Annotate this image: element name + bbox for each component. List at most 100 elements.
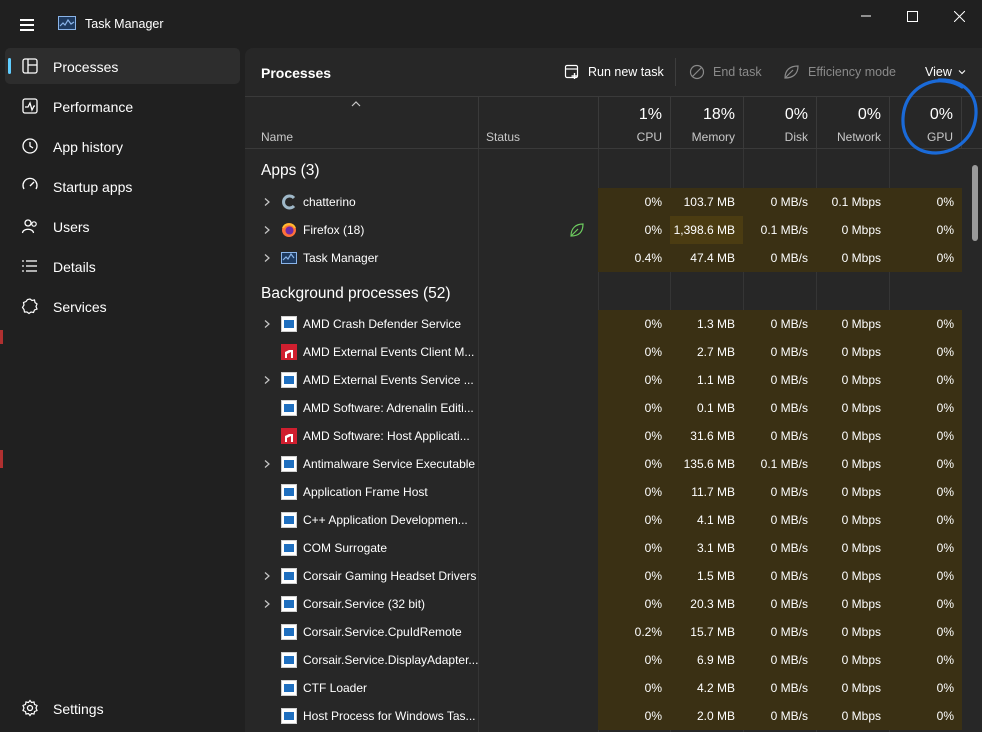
sidebar-item-services[interactable]: Services — [5, 288, 240, 324]
process-name: chatterino — [303, 195, 356, 209]
memory-cell: 135.6 MB — [670, 450, 743, 478]
column-header-cpu[interactable]: 1% CPU — [599, 97, 671, 148]
process-name-cell: CTF Loader — [245, 674, 478, 702]
network-cell: 0 Mbps — [816, 216, 889, 244]
chevron-right-icon[interactable] — [262, 375, 272, 385]
chevron-right-icon[interactable] — [262, 319, 272, 329]
chevron-right-icon[interactable] — [262, 599, 272, 609]
sidebar-item-processes[interactable]: Processes — [5, 48, 240, 84]
process-name: Task Manager — [303, 251, 379, 265]
sort-ascending-icon — [351, 101, 361, 107]
column-header-row: Name Status 1% CPU 18% Memory 0% Disk 0%… — [245, 96, 982, 149]
minimize-button[interactable] — [843, 0, 889, 32]
sidebar-item-startup-apps[interactable]: Startup apps — [5, 168, 240, 204]
column-label: Network — [836, 130, 881, 144]
sidebar-item-label: Users — [53, 219, 90, 235]
disk-cell: 0.1 MB/s — [743, 216, 816, 244]
column-header-memory[interactable]: 18% Memory — [671, 97, 744, 148]
sidebar-item-users[interactable]: Users — [5, 208, 240, 244]
sidebar-item-app-history[interactable]: App history — [5, 128, 240, 164]
table-row[interactable]: CTF Loader 0% 4.2 MB 0 MB/s 0 Mbps 0% — [245, 674, 962, 702]
end-task-icon — [689, 64, 705, 80]
vertical-scrollbar-thumb[interactable] — [972, 165, 978, 241]
table-row[interactable]: AMD External Events Client M... 0% 2.7 MB 0… — [245, 338, 962, 366]
group-header-background: Background processes (52) — [261, 285, 451, 302]
sidebar-item-performance[interactable]: Performance — [5, 88, 240, 124]
network-cell: 0 Mbps — [816, 590, 889, 618]
gpu-cell: 0% — [889, 450, 962, 478]
chevron-right-icon[interactable] — [262, 253, 272, 263]
amd-icon — [281, 428, 297, 444]
process-name-cell: Application Frame Host — [245, 478, 478, 506]
status-cell — [478, 590, 598, 618]
details-icon — [22, 260, 37, 272]
gpu-cell: 0% — [889, 590, 962, 618]
maximize-button[interactable] — [889, 0, 935, 32]
hamburger-menu-icon[interactable] — [16, 14, 38, 34]
disk-cell: 0 MB/s — [743, 366, 816, 394]
table-row[interactable]: Firefox (18) 0% 1,398.6 MB 0.1 MB/s 0 Mbps 0% — [245, 216, 962, 244]
efficiency-mode-button[interactable]: Efficiency mode — [783, 62, 896, 82]
network-cell: 0 Mbps — [816, 506, 889, 534]
memory-cell: 31.6 MB — [670, 422, 743, 450]
cpu-cell: 0% — [598, 562, 670, 590]
column-header-status[interactable]: Status — [479, 97, 599, 148]
cpu-cell: 0% — [598, 702, 670, 730]
run-task-icon — [564, 64, 579, 79]
table-row[interactable]: AMD Software: Host Applicati... 0% 31.6 MB… — [245, 422, 962, 450]
memory-cell: 47.4 MB — [670, 244, 743, 272]
table-row[interactable]: Antimalware Service Executable 0% 135.6 MB… — [245, 450, 962, 478]
chevron-right-icon[interactable] — [262, 571, 272, 581]
network-total-percent: 0% — [857, 106, 881, 123]
gpu-cell: 0% — [889, 646, 962, 674]
network-cell: 0.1 Mbps — [816, 188, 889, 216]
view-label: View — [925, 65, 952, 79]
column-header-name[interactable]: Name — [245, 97, 479, 148]
table-row[interactable]: Task Manager 0.4% 47.4 MB 0 MB/s 0 Mbps 0% — [245, 244, 962, 272]
disk-cell: 0 MB/s — [743, 394, 816, 422]
table-row[interactable]: Corsair.Service.CpuIdRemote 0.2% 15.7 MB 0 … — [245, 618, 962, 646]
disk-cell: 0 MB/s — [743, 338, 816, 366]
cpu-cell: 0% — [598, 646, 670, 674]
table-row[interactable]: AMD Software: Adrenalin Editi... 0% 0.1 MB… — [245, 394, 962, 422]
table-row[interactable]: Host Process for Windows Tas... 0% 2.0 MB 0… — [245, 702, 962, 730]
end-task-button[interactable]: End task — [689, 62, 762, 82]
cpu-cell: 0% — [598, 216, 670, 244]
column-header-disk[interactable]: 0% Disk — [744, 97, 817, 148]
network-cell: 0 Mbps — [816, 646, 889, 674]
table-row[interactable]: AMD Crash Defender Service 0% 1.3 MB 0 MB/s… — [245, 310, 962, 338]
status-cell — [478, 244, 598, 272]
table-row[interactable]: Corsair.Service.DisplayAdapter... 0% 6.9 M… — [245, 646, 962, 674]
chevron-right-icon[interactable] — [262, 459, 272, 469]
process-name-cell: Task Manager — [245, 244, 478, 272]
table-row[interactable]: chatterino 0% 103.7 MB 0 MB/s 0.1 Mbps 0% — [245, 188, 962, 216]
network-cell: 0 Mbps — [816, 450, 889, 478]
sidebar-item-label: Services — [53, 299, 107, 315]
run-new-task-button[interactable]: Run new task — [564, 62, 664, 82]
network-cell: 0 Mbps — [816, 366, 889, 394]
process-name: Firefox (18) — [303, 223, 365, 237]
sidebar-item-details[interactable]: Details — [5, 248, 240, 284]
service-icon — [281, 652, 297, 668]
active-indicator — [8, 58, 11, 74]
table-row[interactable]: COM Surrogate 0% 3.1 MB 0 MB/s 0 Mbps 0% — [245, 534, 962, 562]
column-header-network[interactable]: 0% Network — [817, 97, 890, 148]
table-row[interactable]: Corsair.Service (32 bit) 0% 20.3 MB 0 MB/s 0… — [245, 590, 962, 618]
close-button[interactable] — [936, 0, 982, 32]
view-dropdown[interactable]: View — [925, 62, 966, 82]
process-name: Corsair Gaming Headset Drivers — [303, 569, 477, 583]
chevron-right-icon[interactable] — [262, 225, 272, 235]
table-row[interactable]: Corsair Gaming Headset Drivers 0% 1.5 MB 0 … — [245, 562, 962, 590]
column-header-gpu[interactable]: 0% GPU — [890, 97, 962, 148]
table-row[interactable]: AMD External Events Service ... 0% 1.1 MB 0… — [245, 366, 962, 394]
chevron-right-icon[interactable] — [262, 197, 272, 207]
sidebar-item-label: App history — [53, 139, 124, 155]
sidebar-item-settings[interactable]: Settings — [5, 690, 240, 726]
column-label: CPU — [636, 130, 662, 144]
table-row[interactable]: Application Frame Host 0% 11.7 MB 0 MB/s 0 M… — [245, 478, 962, 506]
memory-cell: 15.7 MB — [670, 618, 743, 646]
table-row[interactable]: C++ Application Developmen... 0% 4.1 MB 0 M… — [245, 506, 962, 534]
disk-cell: 0 MB/s — [743, 422, 816, 450]
cpu-cell: 0.2% — [598, 618, 670, 646]
status-cell — [478, 646, 598, 674]
